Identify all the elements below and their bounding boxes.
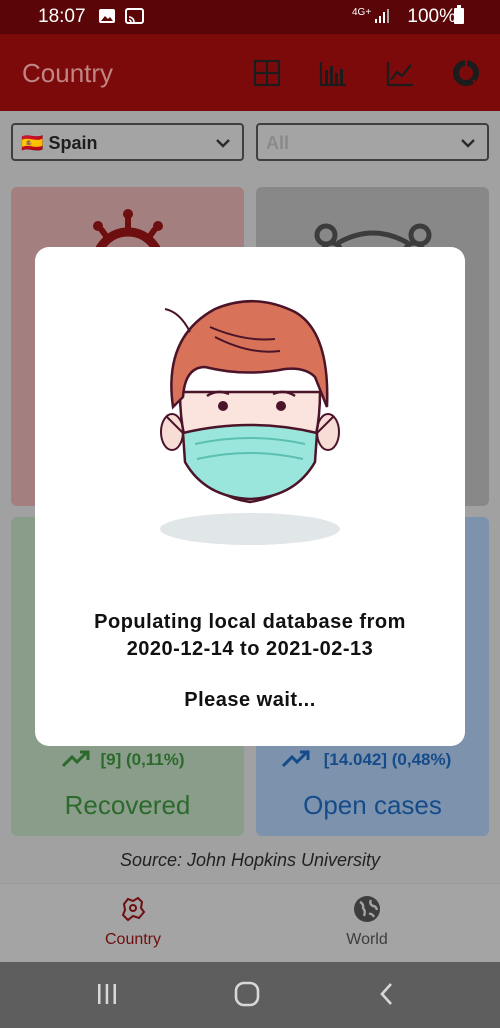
network-type: 4G+	[352, 7, 372, 18]
loading-dialog: Populating local database from 2020-12-1…	[35, 247, 465, 746]
loading-message-line1: Populating local database from	[94, 611, 406, 633]
please-wait-text: Please wait...	[184, 689, 316, 711]
home-icon[interactable]	[234, 981, 260, 1007]
loading-message-line2: 2020-12-14 to 2021-02-13	[126, 638, 374, 660]
battery-icon	[454, 5, 464, 24]
back-icon[interactable]	[377, 982, 397, 1006]
recents-icon[interactable]	[95, 982, 119, 1006]
cast-icon	[125, 8, 144, 24]
system-nav-bar	[0, 962, 500, 1028]
gallery-icon	[99, 9, 115, 23]
battery-level: 100%	[407, 6, 456, 27]
status-bar: 18:07 4G+ 100%	[0, 0, 500, 34]
masked-face-illustration	[160, 300, 340, 545]
status-time: 18:07	[38, 6, 86, 27]
signal-icon	[375, 9, 389, 23]
